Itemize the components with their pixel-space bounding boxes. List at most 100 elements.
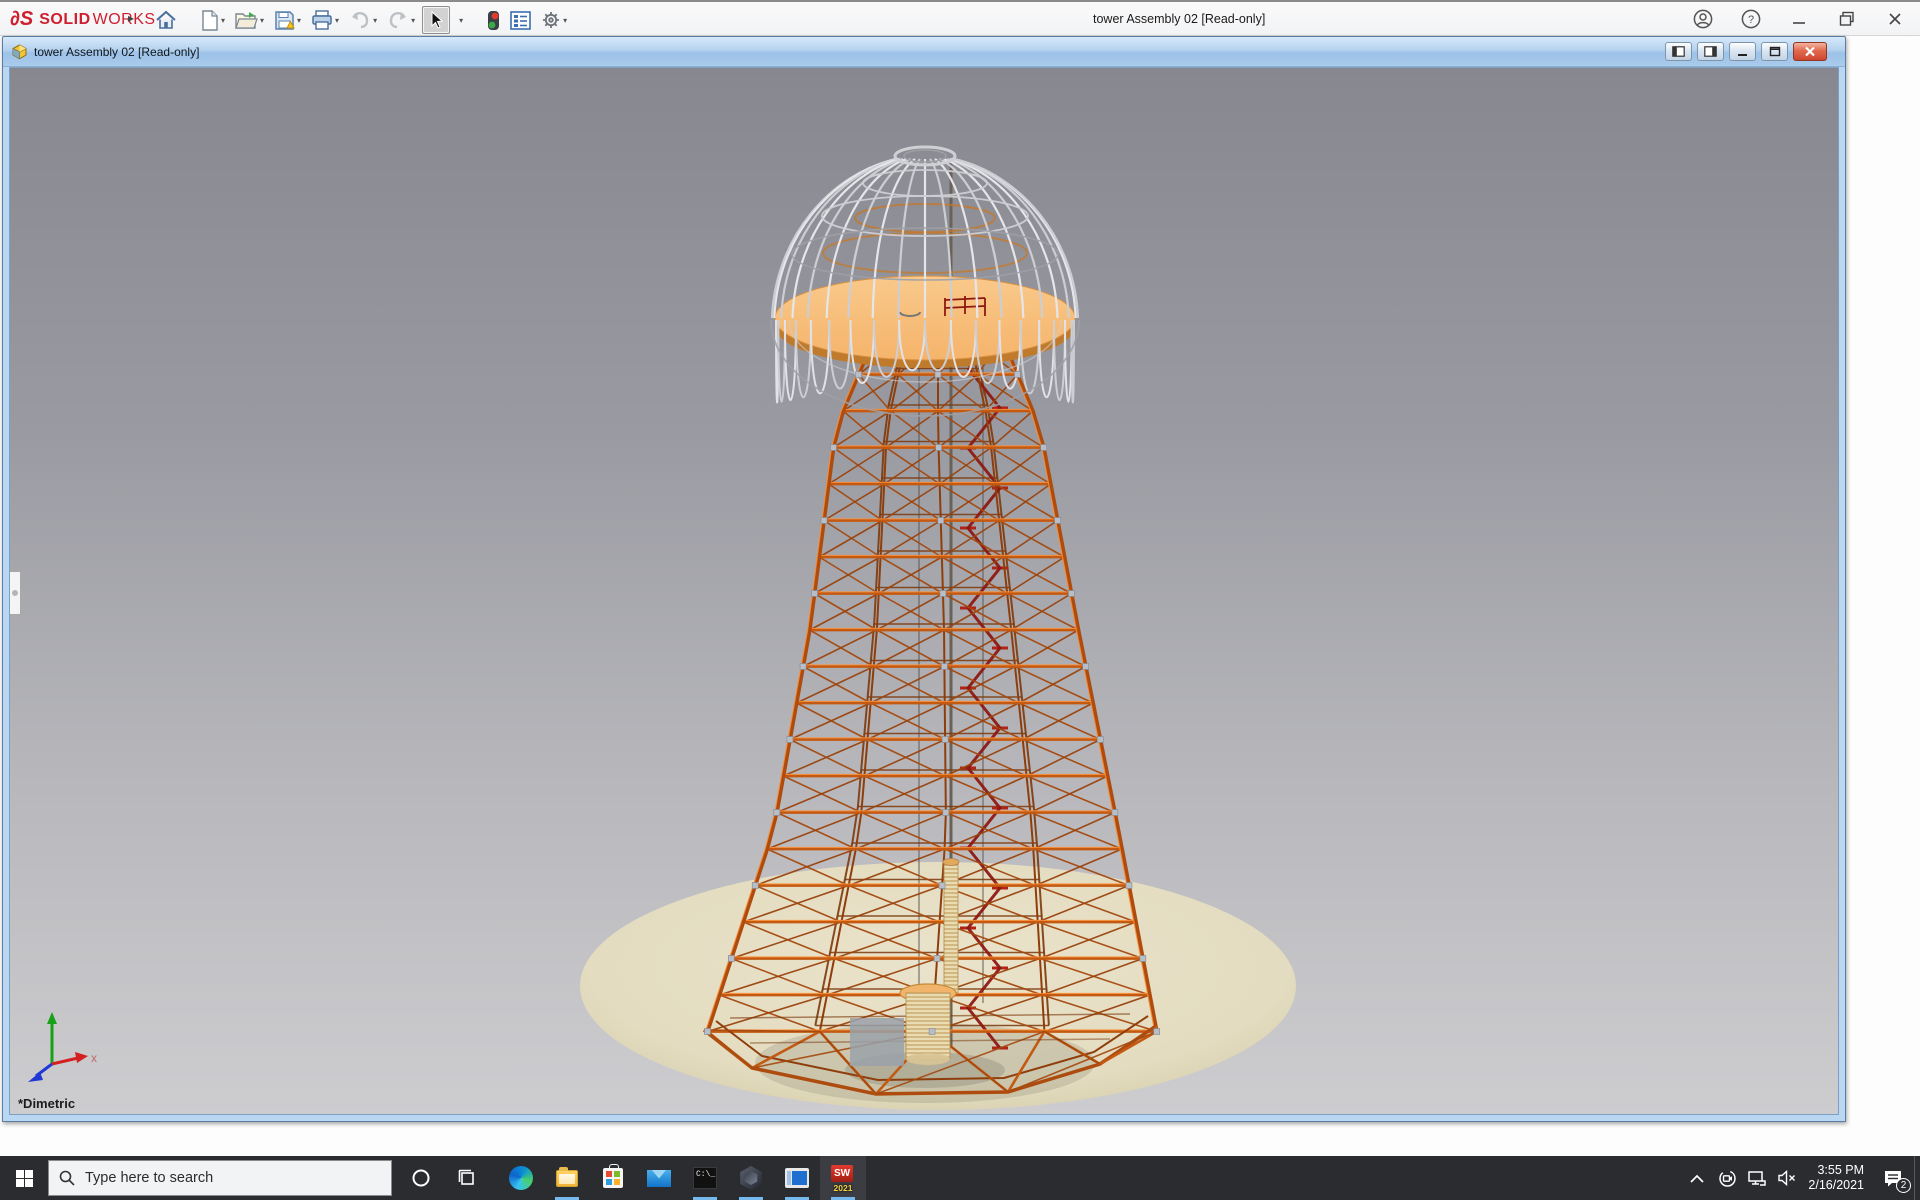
taskbar-app-remote-desktop[interactable] (774, 1156, 820, 1200)
tray-overflow-button[interactable] (1682, 1156, 1712, 1200)
file-properties-button[interactable] (507, 8, 534, 33)
close-icon (1888, 12, 1902, 26)
account-icon (1693, 9, 1713, 29)
options-button[interactable]: ▾ (538, 7, 570, 33)
close-button[interactable] (1884, 8, 1906, 30)
open-icon (235, 10, 258, 30)
assembly-document-icon (11, 44, 28, 60)
notification-badge: 2 (1896, 1178, 1911, 1193)
doc-minimize-button[interactable] (1729, 42, 1756, 61)
redo-icon (387, 11, 409, 29)
cortana-button[interactable] (398, 1156, 444, 1200)
save-dropdown[interactable]: ▾ (297, 16, 301, 25)
doc-close-icon (1804, 46, 1816, 57)
view-orientation-label: *Dimetric (18, 1096, 75, 1111)
show-desktop-button[interactable] (1914, 1156, 1920, 1200)
home-button[interactable] (152, 7, 180, 33)
microsoft-store-icon (603, 1168, 623, 1188)
taskbar-app-edrawings[interactable] (728, 1156, 774, 1200)
taskbar-app-solidworks[interactable]: SW 2021 (820, 1156, 866, 1200)
taskbar-app-edge[interactable] (498, 1156, 544, 1200)
open-dropdown[interactable]: ▾ (260, 16, 264, 25)
redo-dropdown[interactable]: ▾ (411, 16, 415, 25)
search-placeholder: Type here to search (85, 1170, 213, 1186)
select-cursor-icon (426, 10, 446, 30)
search-icon (59, 1170, 75, 1186)
network-button[interactable] (1742, 1156, 1772, 1200)
new-document-button[interactable]: ▾ (198, 7, 228, 34)
rebuild-traffic-light-icon (487, 10, 500, 31)
clock-date: 2/16/2021 (1808, 1178, 1864, 1193)
doc-restore-icon (1769, 46, 1781, 57)
document-titlebar[interactable]: tower Assembly 02 [Read-only] (3, 37, 1845, 67)
taskbar-app-store[interactable] (590, 1156, 636, 1200)
brand-flyout-arrow-icon[interactable]: ▸ (128, 11, 134, 25)
start-button[interactable] (0, 1156, 48, 1200)
tower-assembly-model[interactable] (10, 68, 1839, 1115)
select-tool-button[interactable] (422, 6, 450, 34)
minimize-button[interactable] (1788, 8, 1810, 30)
taskbar-app-file-explorer[interactable] (544, 1156, 590, 1200)
cortana-icon (411, 1168, 431, 1188)
print-button[interactable]: ▾ (308, 7, 342, 33)
system-tray: 3:55 PM 2/16/2021 2 (1682, 1156, 1920, 1200)
undo-dropdown[interactable]: ▾ (373, 16, 377, 25)
account-button[interactable] (1692, 8, 1714, 30)
minimize-icon (1792, 12, 1806, 26)
split-right-icon (1704, 46, 1717, 57)
options-dropdown[interactable]: ▾ (563, 16, 567, 25)
ds-logo-glyph: ∂S (10, 8, 33, 31)
undo-button[interactable]: ▾ (346, 8, 380, 32)
new-document-icon (201, 10, 219, 31)
save-button[interactable]: ▾ (271, 7, 304, 34)
print-dropdown[interactable]: ▾ (335, 16, 339, 25)
redo-button[interactable]: ▾ (384, 8, 418, 32)
meet-now-button[interactable] (1712, 1156, 1742, 1200)
doc-restore-button[interactable] (1761, 42, 1788, 61)
clock-time: 3:55 PM (1808, 1163, 1864, 1178)
taskbar-search-input[interactable]: Type here to search (48, 1160, 392, 1196)
panel-tab-handle (12, 590, 18, 596)
home-icon (155, 10, 177, 30)
new-document-dropdown[interactable]: ▾ (221, 16, 225, 25)
rebuild-button[interactable] (484, 7, 503, 34)
solidworks-app-icon: SW 2021 (828, 1165, 858, 1191)
undo-icon (349, 11, 371, 29)
app-titlebar: ∂SSOLIDWORKS ▸ ▾ ▾ (0, 0, 1920, 36)
command-prompt-icon: C:\_ (693, 1167, 717, 1189)
svg-text:?: ? (1748, 14, 1754, 26)
document-window: tower Assembly 02 [Read-only] (2, 36, 1846, 1122)
chevron-up-icon (1690, 1174, 1704, 1183)
split-pane-right-button[interactable] (1697, 42, 1724, 61)
taskbar-app-command-prompt[interactable]: C:\_ (682, 1156, 728, 1200)
document-title: tower Assembly 02 [Read-only] (34, 45, 199, 59)
doc-minimize-icon (1737, 46, 1748, 57)
edge-icon (509, 1166, 533, 1190)
split-pane-left-button[interactable] (1665, 42, 1692, 61)
triad-x-label: x (91, 1051, 97, 1065)
remote-desktop-icon (785, 1168, 809, 1188)
restore-icon (1839, 11, 1855, 27)
task-view-button[interactable] (444, 1156, 490, 1200)
feature-manager-collapsed-tab[interactable] (10, 571, 21, 615)
orientation-triad[interactable]: x (24, 1006, 102, 1088)
doc-close-button[interactable] (1793, 42, 1827, 61)
taskbar: Type here to search C:\_ (0, 1156, 1920, 1200)
print-icon (311, 10, 333, 30)
meet-now-icon (1718, 1169, 1737, 1188)
windows-start-icon (16, 1170, 33, 1187)
file-explorer-icon (556, 1170, 578, 1187)
open-button[interactable]: ▾ (232, 7, 267, 33)
restore-button[interactable] (1836, 8, 1858, 30)
help-icon: ? (1741, 9, 1761, 29)
graphics-viewport[interactable]: x *Dimetric (9, 67, 1839, 1115)
taskbar-clock[interactable]: 3:55 PM 2/16/2021 (1802, 1163, 1872, 1193)
split-left-icon (1672, 46, 1685, 57)
mail-icon (647, 1170, 671, 1187)
volume-button[interactable] (1772, 1156, 1802, 1200)
save-icon (274, 10, 295, 31)
select-tool-dropdown[interactable]: ▾ (454, 13, 466, 28)
action-center-button[interactable]: 2 (1872, 1156, 1914, 1200)
taskbar-app-mail[interactable] (636, 1156, 682, 1200)
help-button[interactable]: ? (1740, 8, 1762, 30)
